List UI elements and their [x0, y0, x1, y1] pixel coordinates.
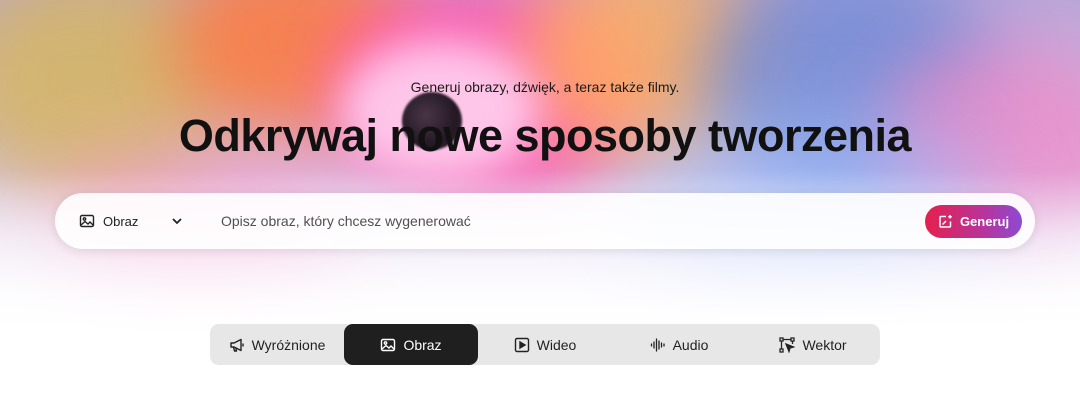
- tab-label: Wektor: [802, 336, 847, 353]
- prompt-input[interactable]: [221, 206, 901, 236]
- generate-button-label: Generuj: [959, 214, 1010, 229]
- image-icon: [79, 213, 95, 229]
- tab-vector[interactable]: Wektor: [746, 324, 880, 365]
- tab-image[interactable]: Obraz: [344, 324, 478, 365]
- megaphone-icon: [229, 337, 245, 353]
- tab-video[interactable]: Wideo: [478, 324, 612, 365]
- chevron-down-icon: [170, 214, 184, 228]
- tab-label: Audio: [672, 336, 709, 353]
- hero-subtitle: Generuj obrazy, dźwięk, a teraz także fi…: [410, 79, 680, 95]
- content-type-tabs: Wyróżnione Obraz Wideo Audio Wektor: [210, 324, 880, 365]
- page-title: Odkrywaj nowe sposoby tworzenia: [178, 110, 912, 161]
- tab-audio[interactable]: Audio: [612, 324, 746, 365]
- tab-label: Wideo: [536, 336, 577, 353]
- play-icon: [514, 337, 530, 353]
- media-type-label: Obraz: [103, 213, 139, 229]
- image-icon: [380, 337, 396, 353]
- waveform-icon: [650, 337, 666, 353]
- tab-label: Obraz: [403, 336, 442, 353]
- generate-icon: [938, 214, 953, 229]
- tab-featured[interactable]: Wyróżnione: [210, 324, 344, 365]
- vector-icon: [779, 336, 796, 353]
- prompt-bar: Obraz Generuj: [55, 193, 1035, 249]
- generate-button[interactable]: Generuj: [925, 205, 1022, 238]
- media-type-select[interactable]: Obraz: [79, 193, 191, 249]
- tab-label: Wyróżnione: [251, 336, 326, 353]
- hero-background-image: [0, 0, 1080, 330]
